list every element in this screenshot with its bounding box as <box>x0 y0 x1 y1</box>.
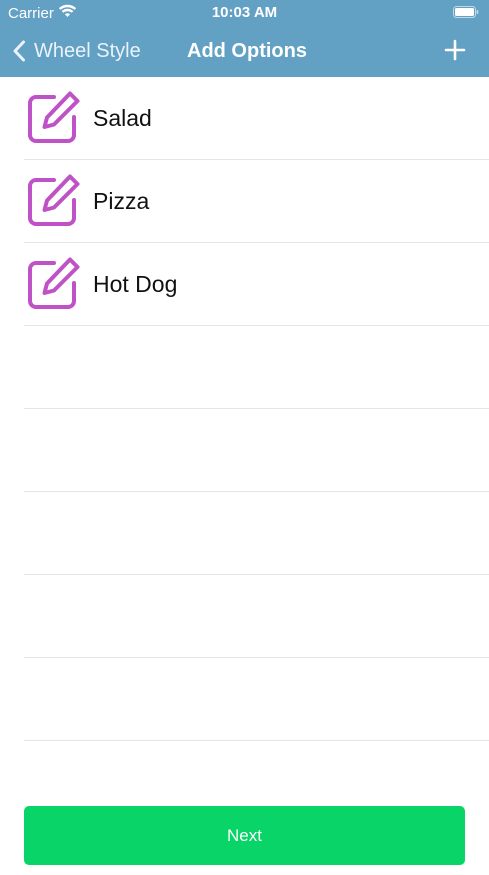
list-item <box>0 409 489 492</box>
option-label: Salad <box>93 105 152 131</box>
list-item <box>0 326 489 409</box>
plus-icon[interactable] <box>443 38 467 62</box>
header: Carrier 10:03 AM Wheel Style Add Options <box>0 0 489 77</box>
chevron-left-icon <box>13 40 25 62</box>
edit-icon[interactable] <box>24 90 81 147</box>
list-item <box>0 575 489 658</box>
list-item[interactable]: Salad <box>0 77 489 160</box>
list-item <box>0 492 489 575</box>
status-bar: Carrier 10:03 AM <box>0 0 489 26</box>
list-item[interactable]: Hot Dog <box>0 243 489 326</box>
option-label: Hot Dog <box>93 271 178 297</box>
list-item <box>0 658 489 741</box>
list-item[interactable]: Pizza <box>0 160 489 243</box>
edit-icon[interactable] <box>24 173 81 230</box>
options-list: Salad Pizza Hot Dog <box>0 77 489 741</box>
edit-icon[interactable] <box>24 256 81 313</box>
back-label: Wheel Style <box>34 39 141 62</box>
nav-bar: Wheel Style Add Options <box>0 26 489 76</box>
back-button[interactable]: Wheel Style <box>12 36 141 66</box>
next-button[interactable]: Next <box>24 806 465 865</box>
option-label: Pizza <box>93 188 150 214</box>
clock: 10:03 AM <box>211 4 278 21</box>
page-title: Add Options <box>187 40 307 62</box>
battery-icon <box>453 6 479 18</box>
